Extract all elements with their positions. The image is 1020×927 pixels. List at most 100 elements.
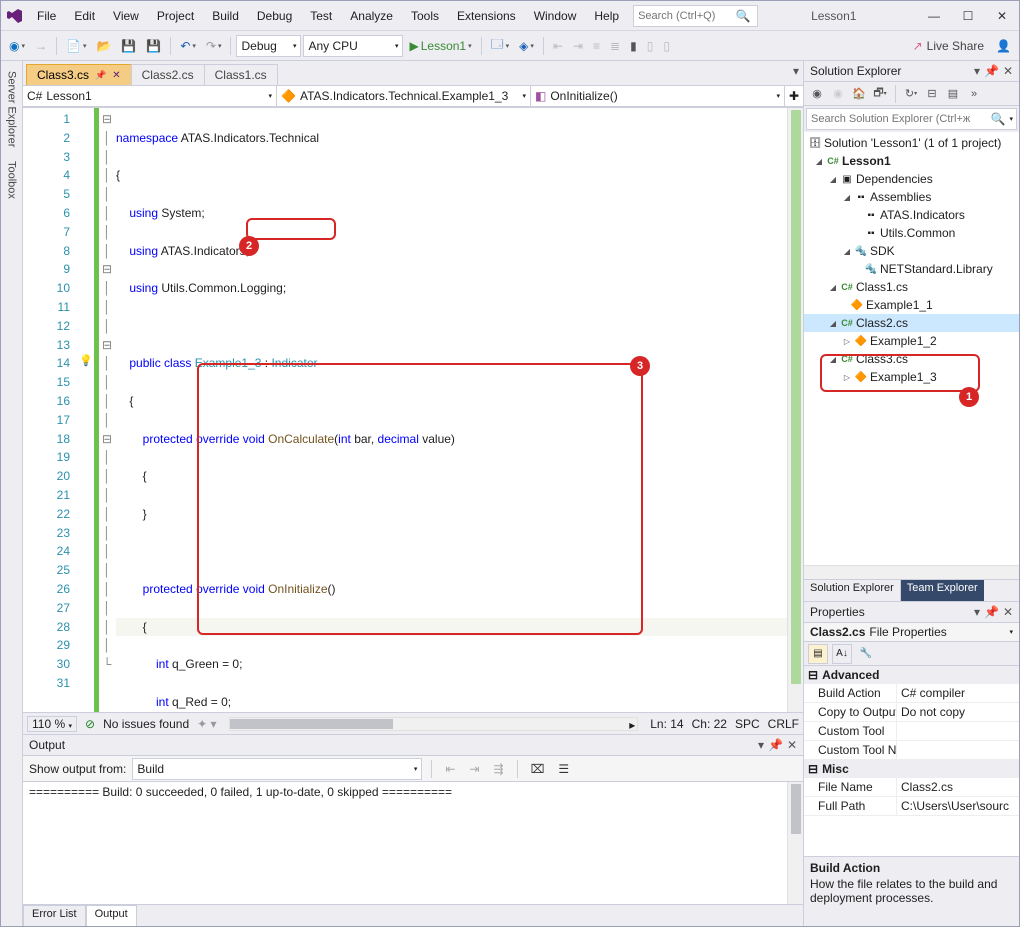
redo-button[interactable]: ↷▾: [202, 35, 226, 57]
menu-extensions[interactable]: Extensions: [449, 5, 524, 27]
indent-right-icon[interactable]: ⇥: [569, 35, 587, 57]
nav-class-combo[interactable]: 🔶ATAS.Indicators.Technical.Example1_3▾: [277, 86, 531, 106]
nav-project-combo[interactable]: C#Lesson1▾: [23, 86, 277, 106]
menu-test[interactable]: Test: [302, 5, 340, 27]
menu-analyze[interactable]: Analyze: [342, 5, 401, 27]
editor-scrollbar[interactable]: [787, 108, 803, 712]
solution-tree[interactable]: 🗄Solution 'Lesson1' (1 of 1 project) ◢C#…: [804, 132, 1019, 565]
pin-icon[interactable]: 📌: [768, 738, 783, 752]
clear-all-icon[interactable]: ⌧: [527, 758, 549, 780]
output-tab[interactable]: Output: [86, 905, 137, 926]
se-search-input[interactable]: [807, 113, 987, 125]
menu-build[interactable]: Build: [204, 5, 247, 27]
maximize-button[interactable]: ☐: [951, 2, 985, 30]
out-btn2[interactable]: ⇥: [465, 758, 483, 780]
dropdown-icon[interactable]: ▾: [974, 64, 980, 78]
wrap-icon[interactable]: ☰: [554, 758, 573, 780]
comment-icon[interactable]: ≡: [589, 35, 604, 57]
close-icon[interactable]: ✕: [787, 738, 797, 752]
close-icon[interactable]: ✕: [1003, 64, 1013, 78]
alpha-sort-icon[interactable]: A↓: [832, 644, 852, 664]
menu-project[interactable]: Project: [149, 5, 202, 27]
tab-menu-icon[interactable]: ▾: [793, 64, 799, 78]
zoom-combo[interactable]: 110 % ▾: [27, 716, 77, 732]
cat-sort-icon[interactable]: ▤: [808, 644, 828, 664]
se-tab-team[interactable]: Team Explorer: [901, 580, 984, 601]
menu-edit[interactable]: Edit: [66, 5, 103, 27]
out-btn3[interactable]: ⇶: [490, 758, 508, 780]
sync-icon[interactable]: 🗗▾: [871, 85, 889, 103]
menu-help[interactable]: Help: [586, 5, 627, 27]
props-grid[interactable]: ⊟Advanced Build ActionC# compiler Copy t…: [804, 666, 1019, 856]
live-share-button[interactable]: ↗Live Share: [913, 39, 984, 53]
se-tab-sol[interactable]: Solution Explorer: [804, 580, 901, 601]
new-item-button[interactable]: 📄▾: [62, 35, 90, 57]
editor-hscroll[interactable]: ◂▸: [229, 717, 639, 731]
tab-class3[interactable]: Class3.cs📌✕: [26, 64, 132, 85]
tree-class2[interactable]: ◢C#Class2.cs: [804, 314, 1019, 332]
output-from-combo[interactable]: Build▾: [132, 758, 422, 780]
se-header[interactable]: Solution Explorer ▾📌✕: [804, 61, 1019, 82]
output-body[interactable]: ========== Build: 0 succeeded, 0 failed,…: [23, 782, 803, 904]
refresh-icon[interactable]: ↻▾: [902, 85, 920, 103]
pin-icon[interactable]: 📌: [95, 70, 106, 81]
code-body[interactable]: namespace ATAS.Indicators.Technical { us…: [114, 108, 787, 712]
menu-window[interactable]: Window: [526, 5, 585, 27]
nav-fwd-button[interactable]: →: [31, 35, 51, 57]
account-icon[interactable]: 👤: [992, 35, 1015, 57]
menu-debug[interactable]: Debug: [249, 5, 300, 27]
toolbox-tab[interactable]: Toolbox: [5, 157, 19, 203]
tab-class1[interactable]: Class1.cs: [204, 64, 278, 85]
se-hscroll[interactable]: [804, 565, 1019, 579]
show-icon[interactable]: ▤: [944, 85, 962, 103]
props-object-combo[interactable]: Class2.csFile Properties▾: [804, 623, 1019, 642]
start-button[interactable]: ▶ Lesson1▾: [405, 35, 475, 57]
minimize-button[interactable]: —: [917, 2, 951, 30]
output-scrollbar[interactable]: [787, 782, 803, 904]
btn-b[interactable]: ▯: [659, 35, 674, 57]
fold-gutter[interactable]: ⊟│││││││⊟│││⊟││││⊟│││││││││││└: [100, 108, 114, 712]
open-button[interactable]: 📂: [92, 35, 115, 57]
wrench-icon[interactable]: 🔧: [856, 644, 876, 664]
tool-icon[interactable]: ◈▾: [515, 35, 538, 57]
search-box[interactable]: 🔍: [633, 5, 758, 27]
tab-class2[interactable]: Class2.cs: [131, 64, 205, 85]
out-btn1[interactable]: ⇤: [441, 758, 459, 780]
menu-tools[interactable]: Tools: [403, 5, 447, 27]
save-button[interactable]: 💾: [117, 35, 140, 57]
code-editor[interactable]: 1234567891011121314151617181920212223242…: [23, 107, 803, 712]
close-button[interactable]: ✕: [985, 2, 1019, 30]
bookmark-icon[interactable]: ▮: [626, 35, 641, 57]
pin-icon[interactable]: 📌: [984, 64, 999, 78]
indent-left-icon[interactable]: ⇤: [549, 35, 567, 57]
undo-button[interactable]: ↶▾: [176, 35, 200, 57]
uncomment-icon[interactable]: ≣: [606, 35, 624, 57]
close-icon[interactable]: ✕: [1003, 605, 1013, 619]
props-header[interactable]: Properties ▾📌✕: [804, 602, 1019, 623]
more-icon[interactable]: »: [965, 85, 983, 103]
split-icon[interactable]: ✚: [785, 86, 803, 106]
back-icon[interactable]: ◉: [808, 85, 826, 103]
menu-view[interactable]: View: [105, 5, 147, 27]
dropdown-icon[interactable]: ▾: [758, 738, 764, 752]
server-explorer-tab[interactable]: Server Explorer: [5, 67, 19, 151]
browse-button[interactable]: 🗔▾: [487, 35, 514, 57]
search-input[interactable]: [634, 10, 734, 22]
fwd-icon[interactable]: ◉: [829, 85, 847, 103]
output-header[interactable]: Output ▾📌✕: [23, 735, 803, 756]
se-search[interactable]: 🔍▾: [806, 108, 1017, 130]
error-list-tab[interactable]: Error List: [23, 905, 86, 926]
collapse-icon[interactable]: ⊟: [923, 85, 941, 103]
menu-file[interactable]: File: [29, 5, 64, 27]
save-all-button[interactable]: 💾: [142, 35, 165, 57]
dropdown-icon[interactable]: ▾: [974, 605, 980, 619]
platform-combo[interactable]: Any CPU▾: [303, 35, 403, 57]
se-bottom-tabs: Solution Explorer Team Explorer: [804, 579, 1019, 601]
config-combo[interactable]: Debug▾: [236, 35, 301, 57]
btn-a[interactable]: ▯: [643, 35, 658, 57]
pin-icon[interactable]: 📌: [984, 605, 999, 619]
nav-back-button[interactable]: ◉▾: [5, 35, 29, 57]
home-icon[interactable]: 🏠: [850, 85, 868, 103]
close-tab-icon[interactable]: ✕: [112, 70, 120, 81]
nav-method-combo[interactable]: ◧OnInitialize()▾: [531, 86, 785, 106]
